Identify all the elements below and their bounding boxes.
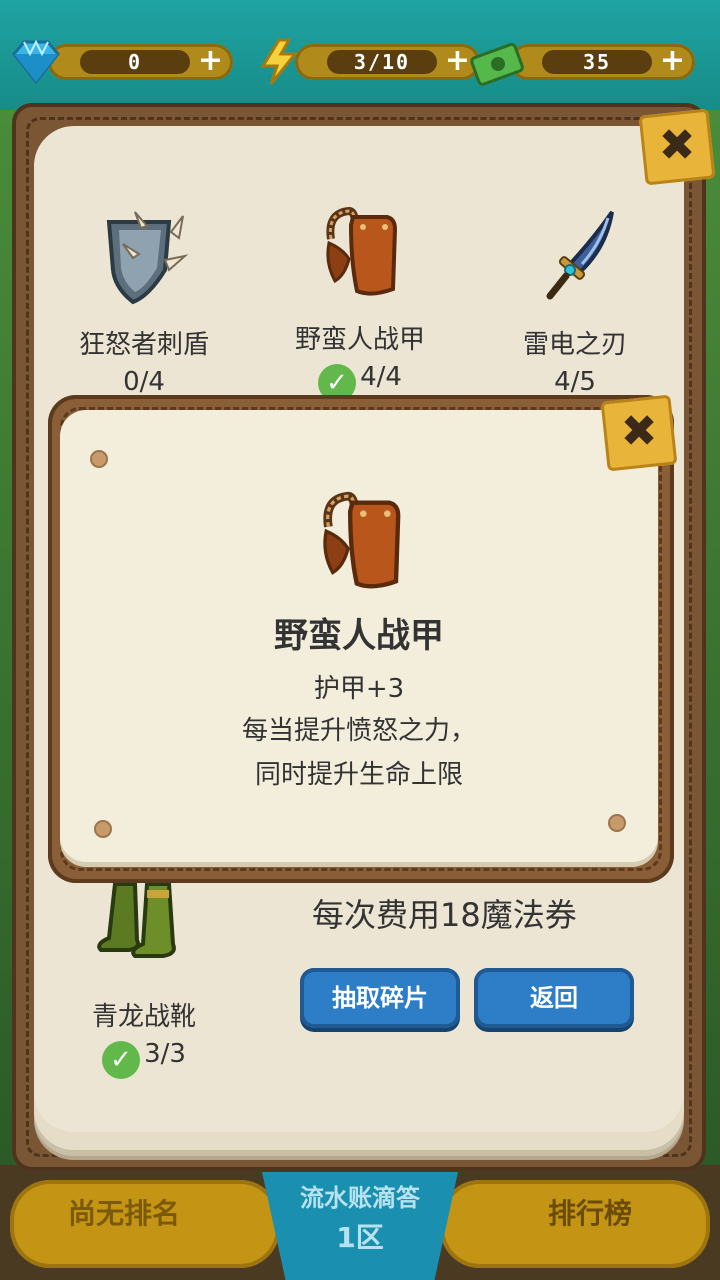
draw-fragment-button[interactable]: 抽取碎片 xyxy=(300,968,460,1028)
popup-stat-line: 护甲+3 xyxy=(313,674,405,704)
popup-item-title: 野蛮人战甲 xyxy=(274,616,444,656)
rank-label: 尚无排名 xyxy=(68,1197,181,1230)
add-energy-button[interactable]: + xyxy=(445,46,470,76)
close-icon: ✖ xyxy=(620,406,658,457)
check-icon: ✓ xyxy=(102,1041,141,1079)
item-count: 4/5 xyxy=(475,367,675,397)
popup-desc-line-2: 同时提升生命上限 xyxy=(254,760,463,790)
leaderboard-label: 排行榜 xyxy=(548,1197,633,1230)
item-count: 0/4 xyxy=(44,367,244,397)
spiked-shield-icon xyxy=(106,211,189,305)
cash-value: 35 xyxy=(542,50,652,74)
draw-cost-text: 每次费用18魔法券 xyxy=(312,896,577,934)
item-count: ✓ 3/3 xyxy=(44,1039,244,1079)
item-count-value: 0/4 xyxy=(123,367,165,397)
item-barbarian-armor[interactable]: 野蛮人战甲 ✓ 4/4 xyxy=(260,203,460,402)
cash-pill: 35 + xyxy=(510,44,695,80)
barbarian-armor-icon xyxy=(326,206,398,296)
popup-desc-line-1: 每当提升愤怒之力， xyxy=(241,716,476,746)
diamond-counter: 0 + xyxy=(8,38,233,86)
barbarian-armor-icon xyxy=(323,491,401,589)
cash-counter: 35 + xyxy=(470,38,695,86)
energy-value: 3/10 xyxy=(327,50,437,74)
pin-bottom-left xyxy=(96,822,110,836)
close-book-button[interactable]: ✖ xyxy=(638,108,716,186)
energy-counter: 3/10 + xyxy=(255,38,480,86)
pin-bottom-right xyxy=(610,816,624,830)
back-button[interactable]: 返回 xyxy=(474,968,634,1028)
item-name: 野蛮人战甲 xyxy=(294,325,425,355)
item-name: 雷电之刃 xyxy=(522,330,627,360)
item-spiked-shield[interactable]: 狂怒者刺盾 0/4 xyxy=(44,208,244,397)
item-thunder-blade[interactable]: 雷电之刃 4/5 xyxy=(475,208,675,397)
server-name: 流水账滴答 xyxy=(300,1184,420,1212)
close-popup-button[interactable]: ✖ xyxy=(600,394,678,472)
lightning-icon xyxy=(260,38,299,85)
energy-pill: 3/10 + xyxy=(295,44,480,80)
item-count-value: 4/5 xyxy=(554,367,596,397)
add-diamond-button[interactable]: + xyxy=(198,46,223,76)
item-name: 青龙战靴 xyxy=(91,1002,196,1032)
diamond-icon xyxy=(12,39,60,85)
item-count-value: 3/3 xyxy=(144,1039,186,1069)
diamond-pill: 0 + xyxy=(48,44,233,80)
item-name: 狂怒者刺盾 xyxy=(78,330,209,360)
thunder-blade-icon xyxy=(546,210,614,300)
item-green-boots[interactable]: 青龙战靴 ✓ 3/3 xyxy=(44,880,244,1079)
add-cash-button[interactable]: + xyxy=(660,46,685,76)
green-boots-icon xyxy=(97,882,176,958)
server-zone: 1区 xyxy=(336,1221,384,1254)
close-icon: ✖ xyxy=(658,120,696,171)
cash-icon xyxy=(470,42,524,86)
item-count-value: 4/4 xyxy=(360,362,402,392)
diamond-value: 0 xyxy=(80,50,190,74)
pin-top-left xyxy=(92,452,106,466)
